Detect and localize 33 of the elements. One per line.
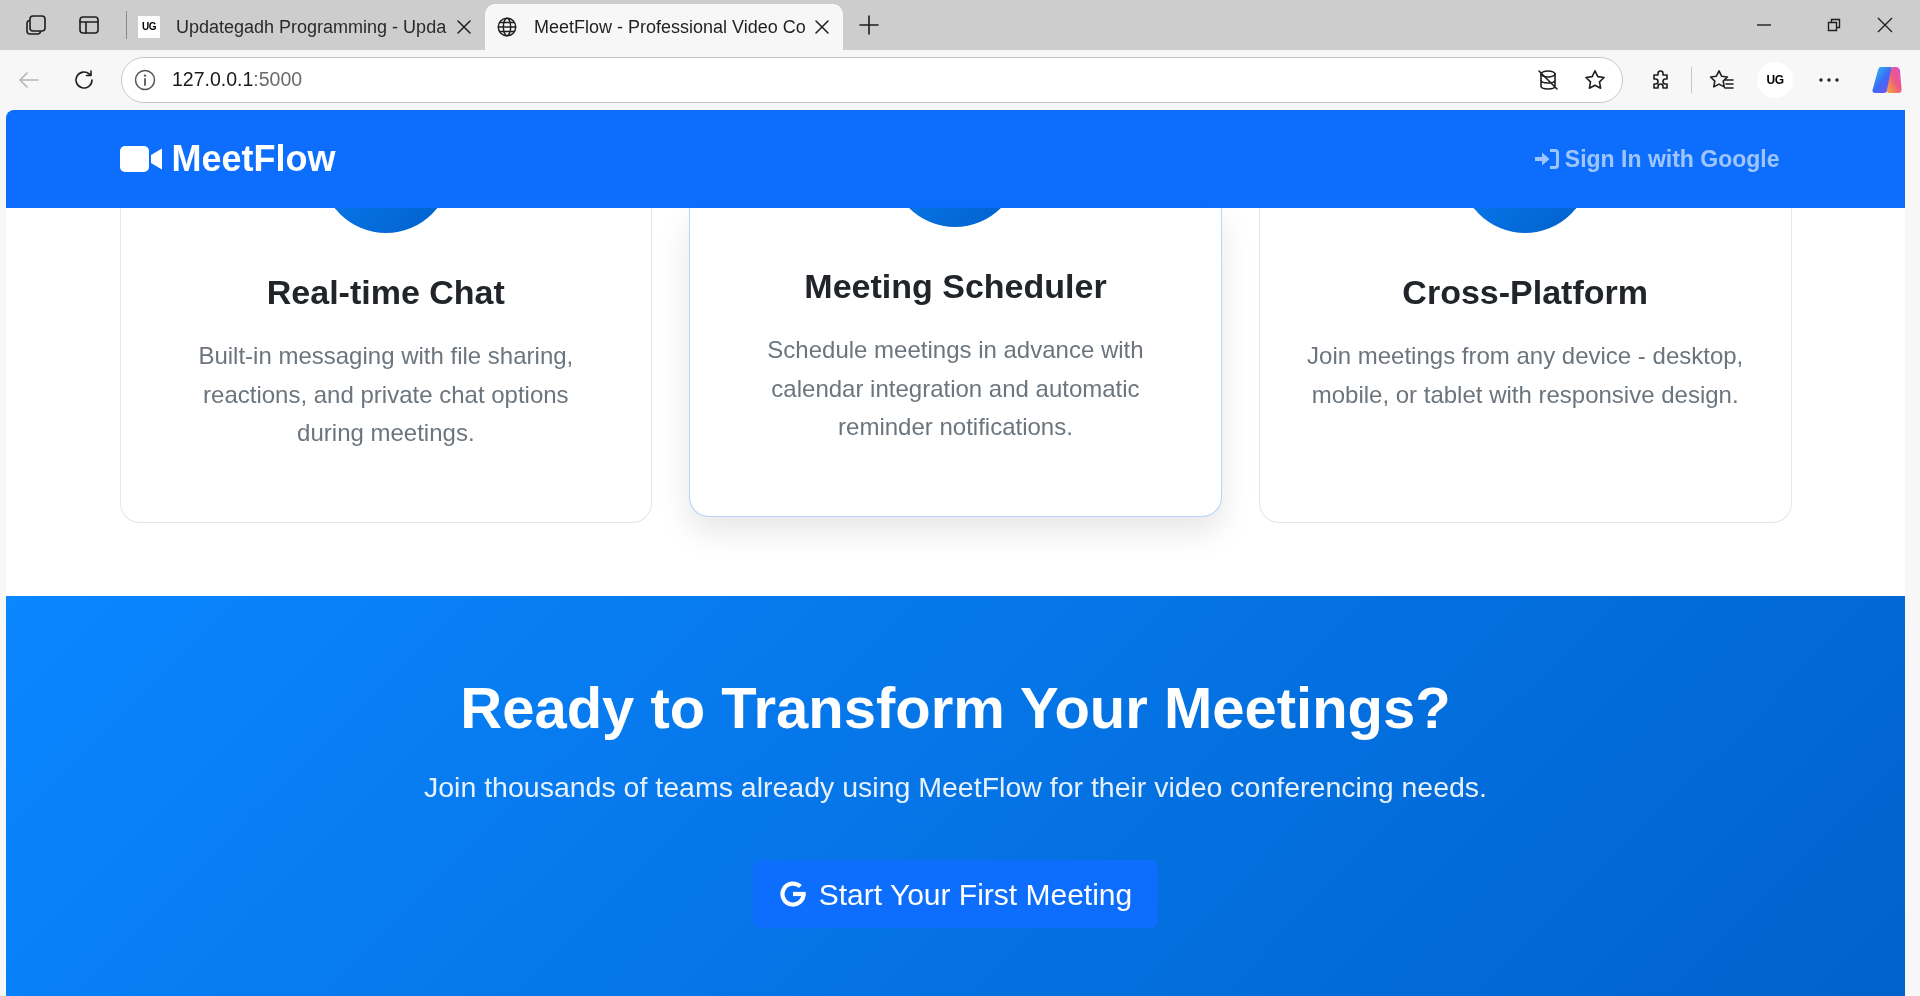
card-description: Join meetings from any device - desktop, mobile, or tablet with responsive design. — [1306, 341, 1744, 410]
close-icon[interactable] — [457, 20, 471, 34]
restore-icon[interactable] — [1826, 17, 1842, 33]
address-bar[interactable]: 127.0.0.1:5000 — [121, 57, 1623, 103]
globe-icon — [496, 16, 518, 38]
tab-actions-icon[interactable] — [77, 13, 101, 37]
app-logo-icon[interactable] — [1872, 65, 1902, 95]
sign-in-icon — [1534, 148, 1559, 170]
cta-heading: Ready to Transform Your Meetings? — [460, 674, 1451, 742]
refresh-icon[interactable] — [72, 68, 96, 92]
browser-tab[interactable]: UG Updategadh Programming - Upda — [127, 4, 485, 50]
card-title: Cross-Platform — [1402, 272, 1648, 313]
card-description: Built-in messaging with file sharing, reactions, and private chat options during meetings. — [197, 341, 575, 448]
card-description: Schedule meetings in advance with calendar integration and automatic reminder notifications. — [766, 335, 1145, 442]
close-icon[interactable] — [1877, 17, 1893, 33]
new-tab-plus-icon[interactable] — [859, 15, 879, 35]
profile-avatar[interactable]: UG — [1757, 62, 1793, 98]
brand-name: MeetFlow — [171, 141, 336, 177]
url-text: 127.0.0.1:5000 — [172, 67, 303, 93]
g-logo-icon — [778, 880, 807, 908]
workspaces-icon[interactable] — [24, 13, 48, 37]
card-title: Meeting Scheduler — [804, 266, 1107, 307]
star-icon[interactable] — [1583, 68, 1607, 92]
start-meeting-button[interactable]: Start Your First Meeting — [752, 860, 1159, 928]
favorites-icon[interactable] — [1709, 68, 1735, 92]
info-icon[interactable] — [134, 69, 156, 91]
browser-tab[interactable]: MeetFlow - Professional Video Co — [485, 4, 843, 50]
cta-text: Join thousands of teams already using MeetFlow for their video conferencing needs. — [424, 770, 1487, 805]
tab-favicon: UG — [138, 16, 160, 38]
crossed-out-database-icon[interactable] — [1536, 68, 1560, 92]
video-camera-icon — [119, 146, 162, 172]
close-icon[interactable] — [815, 20, 829, 34]
card-title: Real-time Chat — [266, 272, 505, 313]
